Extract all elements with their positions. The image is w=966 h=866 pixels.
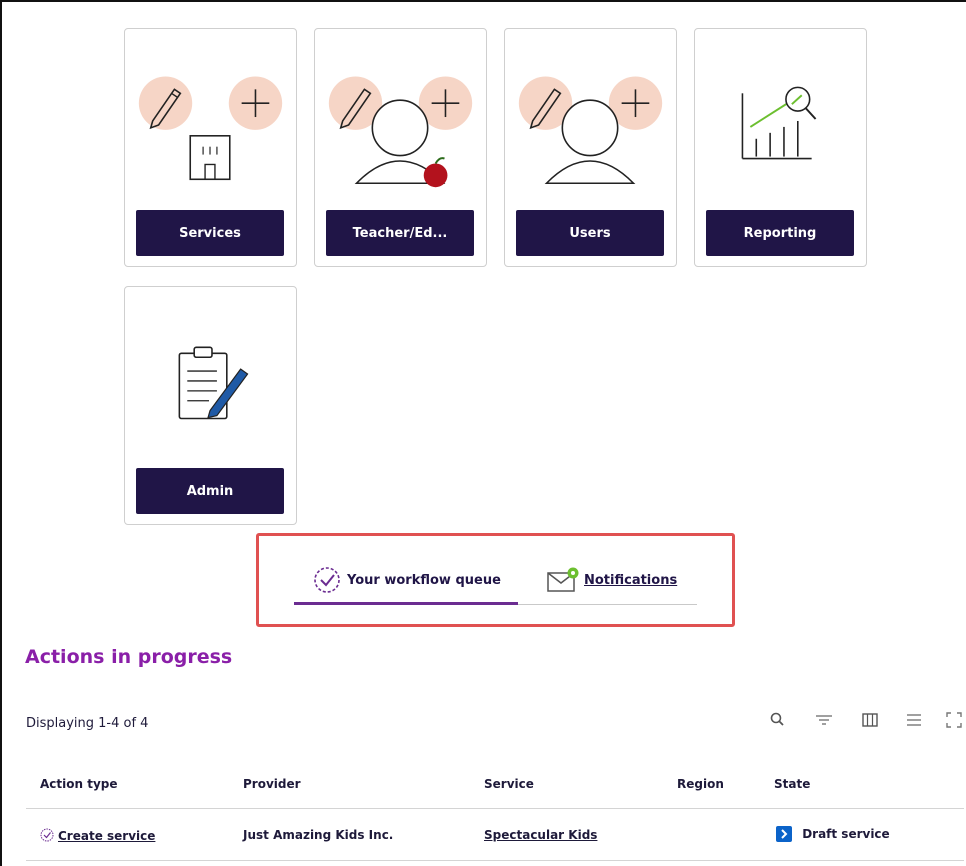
envelope-icon xyxy=(547,567,579,592)
teacher-educator-tile[interactable]: Teacher/Ed... xyxy=(314,28,487,267)
report-chart-icon xyxy=(741,86,817,160)
reporting-button[interactable]: Reporting xyxy=(706,210,854,256)
filter-icon[interactable] xyxy=(812,708,836,732)
display-count: Displaying 1-4 of 4 xyxy=(26,716,149,731)
active-tab-indicator xyxy=(294,602,518,605)
reporting-tile[interactable]: Reporting xyxy=(694,28,867,267)
teacher-apple-icon xyxy=(328,76,473,188)
fullscreen-icon[interactable] xyxy=(942,708,966,732)
check-circle-icon xyxy=(40,828,54,842)
column-header-state[interactable]: State xyxy=(774,777,810,791)
admin-button[interactable]: Admin xyxy=(136,468,284,514)
column-header-action-type[interactable]: Action type xyxy=(40,777,118,791)
search-icon[interactable] xyxy=(766,708,790,732)
columns-icon[interactable] xyxy=(858,708,882,732)
users-button[interactable]: Users xyxy=(516,210,664,256)
services-icon xyxy=(138,76,283,181)
user-icon xyxy=(518,76,663,185)
cell-provider: Just Amazing Kids Inc. xyxy=(243,828,394,842)
services-tile[interactable]: Services xyxy=(124,28,297,267)
tab-notifications[interactable]: Notifications xyxy=(546,566,677,594)
density-icon[interactable] xyxy=(902,708,926,732)
tab-workflow-queue-label: Your workflow queue xyxy=(347,572,501,588)
column-header-service[interactable]: Service xyxy=(484,777,534,791)
check-circle-icon xyxy=(314,567,340,593)
section-title: Actions in progress xyxy=(25,646,233,668)
cell-service: Spectacular Kids xyxy=(484,828,597,842)
header-divider xyxy=(26,808,964,809)
tab-workflow-queue[interactable]: Your workflow queue xyxy=(313,566,501,594)
row-divider xyxy=(26,860,964,861)
draft-state-icon xyxy=(776,826,792,842)
cell-action-type: Create service xyxy=(40,828,155,843)
column-header-provider[interactable]: Provider xyxy=(243,777,301,791)
admin-tile[interactable]: Admin xyxy=(124,286,297,525)
services-button[interactable]: Services xyxy=(136,210,284,256)
column-header-region[interactable]: Region xyxy=(677,777,724,791)
users-tile[interactable]: Users xyxy=(504,28,677,267)
tab-notifications-label: Notifications xyxy=(584,572,678,588)
clipboard-icon xyxy=(178,346,249,420)
teacher-educator-button[interactable]: Teacher/Ed... xyxy=(326,210,474,256)
action-type-link[interactable]: Create service xyxy=(58,829,155,843)
tabs-highlight-box: Your workflow queue Notifications xyxy=(256,533,735,627)
cell-state: Draft service xyxy=(776,826,890,842)
service-link[interactable]: Spectacular Kids xyxy=(484,828,597,842)
state-label: Draft service xyxy=(802,826,890,841)
